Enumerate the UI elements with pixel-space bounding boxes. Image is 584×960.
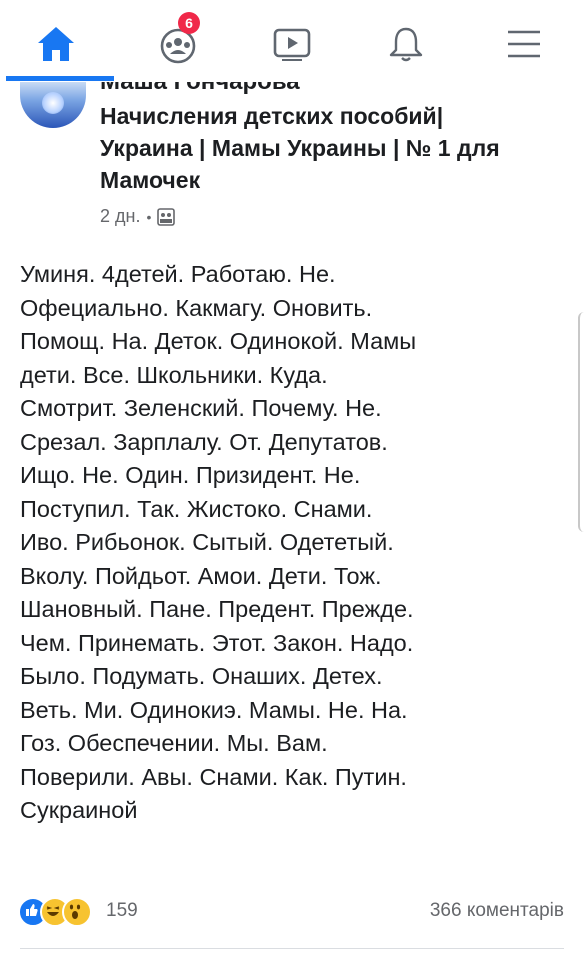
watch-icon bbox=[273, 28, 311, 61]
groups-badge: 6 bbox=[178, 12, 200, 34]
reaction-icons[interactable] bbox=[18, 897, 92, 927]
menu-icon bbox=[508, 30, 540, 58]
group-icon bbox=[157, 207, 176, 226]
separator-dot: • bbox=[146, 208, 152, 225]
nav-watch[interactable] bbox=[262, 14, 322, 74]
nav-home[interactable] bbox=[26, 14, 86, 74]
post-meta: 2 дн. • bbox=[100, 206, 176, 227]
author-name[interactable]: Маша Гончарова bbox=[100, 82, 350, 94]
post-text: Уминя. 4детей. Работаю. Не. Офециально. … bbox=[20, 261, 417, 823]
reaction-count[interactable]: 159 bbox=[106, 900, 138, 922]
home-icon bbox=[38, 27, 74, 61]
post-time[interactable]: 2 дн. bbox=[100, 206, 140, 227]
nav-notifications[interactable] bbox=[376, 14, 436, 74]
active-tab-indicator bbox=[6, 76, 114, 81]
nav-groups[interactable]: 6 bbox=[148, 12, 208, 74]
scroll-indicator[interactable] bbox=[578, 312, 584, 532]
nav-menu[interactable] bbox=[494, 14, 554, 74]
divider bbox=[20, 948, 564, 949]
wow-icon bbox=[62, 897, 92, 927]
group-title[interactable]: Начисления детских пособий| Украина | Ма… bbox=[100, 100, 530, 196]
top-navigation: 6 bbox=[0, 0, 584, 82]
bell-icon bbox=[389, 27, 423, 62]
author-name-text: Маша Гончарова bbox=[100, 82, 300, 94]
comments-count[interactable]: 366 коментарів bbox=[430, 900, 564, 922]
author-avatar[interactable] bbox=[20, 82, 86, 128]
